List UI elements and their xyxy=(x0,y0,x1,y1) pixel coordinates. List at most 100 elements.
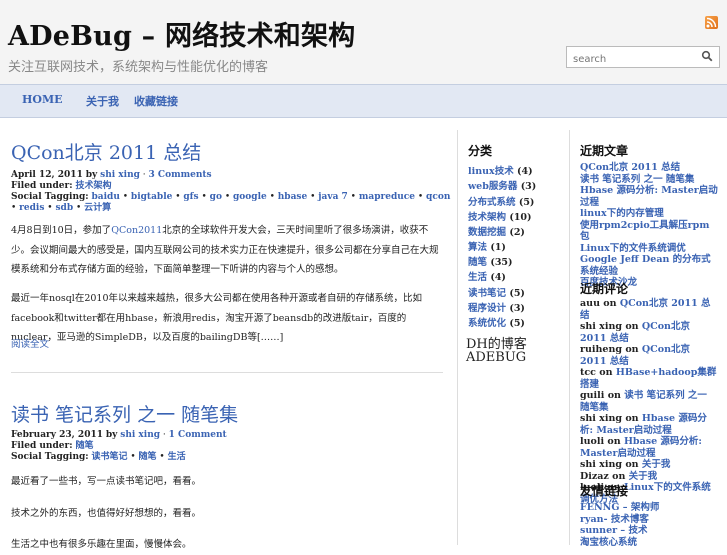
post-title[interactable]: 读书 笔记系列 之一 随笔集 xyxy=(11,400,238,427)
comment-post-link[interactable]: 关于我 xyxy=(629,471,658,482)
comment-author[interactable]: guili xyxy=(580,390,604,401)
recent-post-link[interactable]: Google Jeff Dean 的分布式系统经验 xyxy=(580,254,711,277)
recent-post-link[interactable]: 读书 笔记系列 之一 随笔集 xyxy=(580,174,694,185)
post-line: 最近看了一些书，写一点读书笔记吧，看看。 xyxy=(11,476,202,487)
comment-on: on xyxy=(625,413,639,424)
tag-link[interactable]: 云计算 xyxy=(84,203,111,213)
post-comments-link[interactable]: 3 Comments xyxy=(149,170,212,180)
recent-comments-heading: 近期评论 xyxy=(580,282,629,296)
category-link[interactable]: 程序设计 xyxy=(468,303,506,314)
logo-line: ADEBUG xyxy=(466,350,527,365)
category-link[interactable]: web服务器 xyxy=(468,181,517,192)
post-date: April 12, 2011 xyxy=(11,170,83,180)
recent-post-link[interactable]: Hbase 源码分析: Master启动过程 xyxy=(580,185,718,208)
tag-link[interactable]: redis xyxy=(19,203,44,213)
comment-on: on xyxy=(599,367,613,378)
category-count: (3) xyxy=(520,181,537,192)
comment-author[interactable]: tcc xyxy=(580,367,596,378)
comment-on: on xyxy=(607,436,621,447)
recent-post-link[interactable]: 使用rpm2cpio工具解压rpm包 xyxy=(580,220,709,243)
comment-on: on xyxy=(625,321,639,332)
tag-link[interactable]: 读书笔记 xyxy=(92,452,128,462)
tag-link[interactable]: sdb xyxy=(55,203,73,213)
comment-author[interactable]: shi xing xyxy=(580,321,622,332)
tag-link[interactable]: mapreduce xyxy=(359,192,415,202)
category-link[interactable]: 技术架构 xyxy=(468,212,506,223)
category-count: (5) xyxy=(509,318,525,329)
category-link[interactable]: 随笔 xyxy=(468,257,487,268)
post-comments-link[interactable]: 1 Comment xyxy=(169,430,227,440)
filed-category[interactable]: 技术架构 xyxy=(75,181,111,191)
tag-link[interactable]: gfs xyxy=(183,192,198,202)
search-icon[interactable] xyxy=(701,50,713,62)
category-link[interactable]: 数据挖掘 xyxy=(468,227,506,238)
recent-post-link[interactable]: linux下的内存管理 xyxy=(580,208,664,219)
tag-link[interactable]: baidu xyxy=(92,192,120,202)
category-count: (5) xyxy=(518,197,535,208)
sidebar-categories: 分类 linux技术 (4) web服务器 (3) 分布式系统 (5) 技术架构… xyxy=(457,130,558,545)
search-input[interactable] xyxy=(567,50,698,69)
category-count: (3) xyxy=(509,303,525,314)
post-author[interactable]: shi xing xyxy=(100,170,140,180)
post-divider xyxy=(11,372,443,373)
post-title[interactable]: QCon北京 2011 总结 xyxy=(11,138,201,165)
category-count: (4) xyxy=(517,166,533,177)
comment-on: on xyxy=(607,390,621,401)
category-count: (35) xyxy=(490,257,513,268)
category-link[interactable]: 系统优化 xyxy=(468,318,506,329)
filed-category[interactable]: 随笔 xyxy=(75,441,93,451)
post-author[interactable]: shi xing xyxy=(120,430,160,440)
tag-link[interactable]: bigtable xyxy=(131,192,172,202)
read-more-link[interactable]: 阅读全文 xyxy=(11,335,445,355)
tag-link[interactable]: java 7 xyxy=(318,192,348,202)
category-link[interactable]: 分布式系统 xyxy=(468,197,516,208)
tag-link[interactable]: hbase xyxy=(278,192,307,202)
category-link[interactable]: 读书笔记 xyxy=(468,288,506,299)
para-text: 4月8日到10日，参加了 xyxy=(11,225,112,236)
tag-link[interactable]: qcon xyxy=(426,192,450,202)
friend-link[interactable]: sunner – 技术 xyxy=(580,525,647,536)
recent-post-link[interactable]: QCon北京 2011 总结 xyxy=(580,162,680,173)
category-link[interactable]: linux技术 xyxy=(468,166,514,177)
rss-feed-icon[interactable] xyxy=(705,16,718,29)
comment-post-link[interactable]: 关于我 xyxy=(642,459,671,470)
friend-link[interactable]: ryan- 技术博客 xyxy=(580,514,649,525)
category-count: (5) xyxy=(509,288,525,299)
post-meta: February 23, 2011 by shi xing · 1 Commen… xyxy=(11,430,227,462)
comment-author[interactable]: luoli xyxy=(580,436,604,447)
tag-link[interactable]: google xyxy=(233,192,267,202)
comment-author[interactable]: shi xing xyxy=(580,413,622,424)
qcon-link[interactable]: QCon2011 xyxy=(111,225,162,236)
links-list: FENNG – 架构师 ryan- 技术博客 sunner – 技术 淘宝核心系… xyxy=(580,502,718,548)
comment-author[interactable]: ruiheng xyxy=(580,344,622,355)
tag-link[interactable]: 随笔 xyxy=(139,452,157,462)
search-box xyxy=(566,46,720,69)
recent-post-link[interactable]: Linux下的文件系统调优 xyxy=(580,243,686,254)
tag-link[interactable]: 生活 xyxy=(168,452,186,462)
category-link[interactable]: 算法 xyxy=(468,242,487,253)
category-link[interactable]: 生活 xyxy=(468,272,487,283)
comment-author[interactable]: auu xyxy=(580,298,600,309)
comment-on: on xyxy=(625,344,639,355)
post-date: February 23, 2011 xyxy=(11,430,103,440)
friend-link[interactable]: FENNG – 架构师 xyxy=(580,502,659,513)
comment-author[interactable]: Dizaz xyxy=(580,471,609,482)
sidebar-right: 近期文章 QCon北京 2011 总结 读书 笔记系列 之一 随笔集 Hbase… xyxy=(569,130,727,548)
tag-link[interactable]: go xyxy=(210,192,222,202)
post-line: 技术之外的东西，也值得好好想想的，看看。 xyxy=(11,508,202,519)
nav-about[interactable]: 关于我 xyxy=(86,93,119,109)
links-heading: 友情链接 xyxy=(580,484,629,498)
nav-home[interactable]: HOME xyxy=(22,93,63,106)
recent-posts-heading: 近期文章 xyxy=(580,144,629,158)
comment-author[interactable]: shi xing xyxy=(580,459,622,470)
main-nav: HOME 关于我 收藏链接 xyxy=(0,84,727,118)
comment-on: on xyxy=(612,470,626,482)
nav-links[interactable]: 收藏链接 xyxy=(134,93,178,109)
social-label: Social Tagging: xyxy=(11,192,89,202)
blog-logo[interactable]: DH的博客 ADEBUG xyxy=(466,338,527,364)
friend-link[interactable]: 淘宝核心系统 xyxy=(580,537,637,548)
recent-comments-list: auu on QCon北京 2011 总结 shi xing on QCon北京… xyxy=(580,298,718,505)
comment-post-link[interactable]: QCon北京 2011 总结 xyxy=(580,298,711,321)
comment-on: on xyxy=(625,459,639,470)
site-title[interactable]: ADeBug – 网络技术和架构 xyxy=(8,14,355,53)
